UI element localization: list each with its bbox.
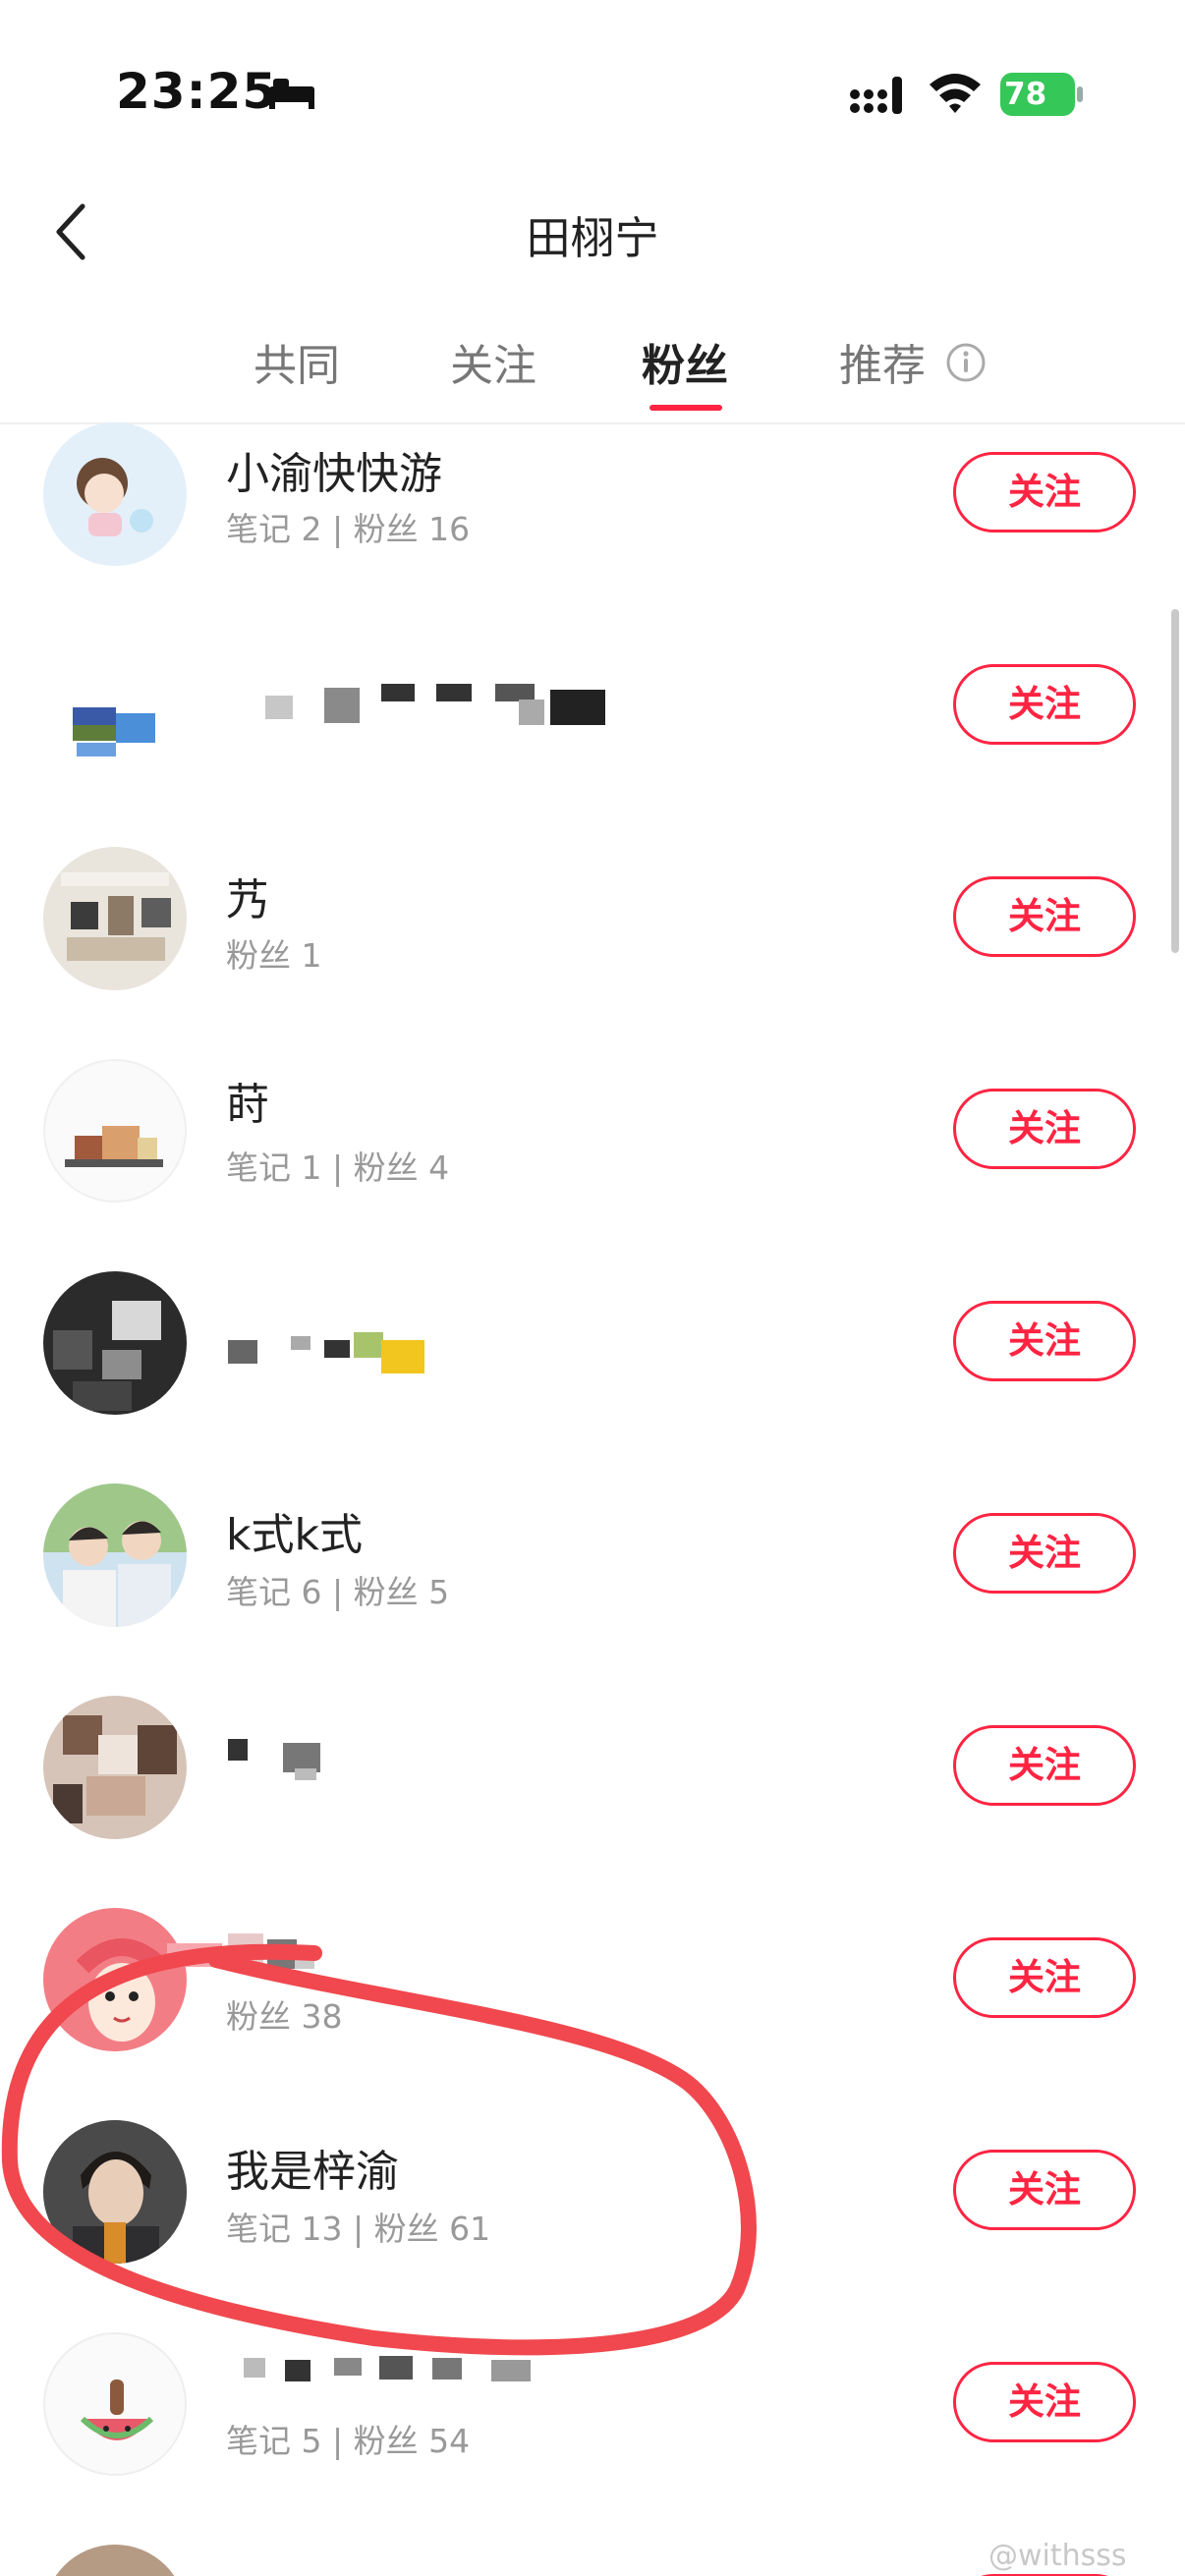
- battery-indicator: 78: [1000, 73, 1083, 118]
- list-item[interactable]: 笔记 5 | 粉丝 54 关注: [0, 2299, 1185, 2511]
- tab-recommend[interactable]: 推荐: [839, 330, 926, 393]
- follow-button[interactable]: 关注: [953, 1513, 1136, 1594]
- info-icon[interactable]: [945, 342, 987, 383]
- list-item[interactable]: 我是梓渝 笔记 13 | 粉丝 61 关注: [0, 2087, 1185, 2299]
- follow-button[interactable]: 关注: [953, 452, 1136, 532]
- avatar[interactable]: [43, 1484, 187, 1627]
- cellular-signal-icon: [850, 77, 902, 114]
- list-item[interactable]: 艿 粉丝 1 关注: [0, 813, 1185, 1026]
- avatar[interactable]: [43, 2545, 187, 2576]
- user-name: 我是梓渝: [226, 2147, 399, 2197]
- avatar[interactable]: [43, 2120, 187, 2264]
- follow-button[interactable]: 关注: [953, 1725, 1136, 1806]
- follow-button[interactable]: 关注: [953, 1301, 1136, 1381]
- user-stats: 笔记 6 | 粉丝 5: [226, 1573, 450, 1611]
- wifi-icon: [930, 74, 981, 113]
- avatar[interactable]: [43, 1059, 187, 1203]
- user-name: 艿: [226, 875, 269, 925]
- list-item[interactable]: 小渝快快游 笔记 2 | 粉丝 16 关注: [0, 389, 1185, 601]
- avatar[interactable]: [43, 2332, 187, 2476]
- user-stats: 笔记 13 | 粉丝 61: [226, 2210, 491, 2248]
- follow-button[interactable]: 关注: [953, 1937, 1136, 2018]
- scrollbar[interactable]: [1171, 609, 1179, 953]
- status-time: 23:25: [116, 63, 278, 120]
- tab-following[interactable]: 关注: [450, 330, 536, 393]
- user-stats: 笔记 5 | 粉丝 54: [226, 2422, 471, 2460]
- list-item[interactable]: 粉丝 38 关注: [0, 1875, 1185, 2087]
- list-item[interactable]: 关注: [0, 1238, 1185, 1450]
- avatar[interactable]: [43, 1696, 187, 1839]
- battery-percent: 78: [1004, 77, 1047, 112]
- user-name: k式k式: [226, 1510, 363, 1560]
- user-stats: 笔记 1 | 粉丝 4: [226, 1148, 450, 1187]
- list-item[interactable]: 关注: [0, 601, 1185, 813]
- follow-button[interactable]: 关注: [953, 2362, 1136, 2442]
- follow-button[interactable]: 关注: [953, 664, 1136, 745]
- user-name: 小渝快快游: [226, 449, 442, 499]
- status-bar: 23:25 78: [0, 0, 1185, 157]
- follow-button[interactable]: 关注: [953, 1089, 1136, 1169]
- avatar[interactable]: [43, 635, 187, 778]
- list-item[interactable]: 关注: [0, 1662, 1185, 1875]
- tab-fans[interactable]: 粉丝: [642, 330, 728, 393]
- sleep-focus-icon: [269, 79, 314, 109]
- watermark: @withsss: [988, 2539, 1127, 2573]
- user-stats: 笔记 2 | 粉丝 16: [226, 510, 471, 548]
- follow-button[interactable]: 关注: [953, 2150, 1136, 2230]
- avatar[interactable]: [43, 1908, 187, 2051]
- avatar[interactable]: [43, 422, 187, 566]
- list-item[interactable]: k式k式 笔记 6 | 粉丝 5 关注: [0, 1450, 1185, 1662]
- list-item[interactable]: 莳 笔记 1 | 粉丝 4 关注: [0, 1026, 1185, 1238]
- avatar[interactable]: [43, 847, 187, 990]
- page-title: 田栩宁: [526, 212, 659, 264]
- user-stats: 粉丝 1: [226, 936, 322, 975]
- tab-common[interactable]: 共同: [254, 330, 340, 393]
- user-name: 莳: [226, 1080, 269, 1130]
- user-stats: 粉丝 38: [226, 1997, 343, 2036]
- follow-button[interactable]: 关注: [953, 876, 1136, 957]
- avatar[interactable]: [43, 1271, 187, 1415]
